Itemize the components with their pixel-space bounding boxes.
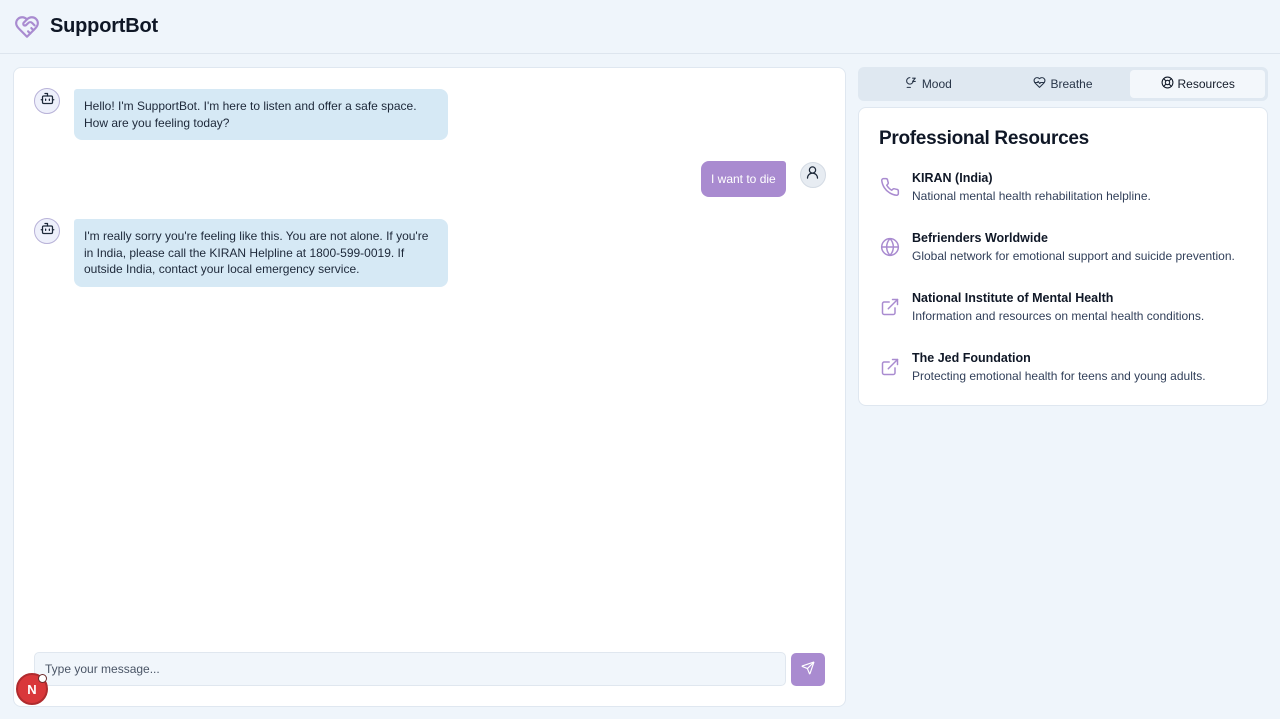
resource-description: Global network for emotional support and… (912, 249, 1235, 263)
external-link-icon (879, 356, 901, 378)
bot-message: I'm really sorry you're feeling like thi… (34, 218, 448, 287)
badge-indicator-dot (38, 674, 47, 683)
lifebuoy-icon (1161, 76, 1174, 92)
tab-label: Resources (1177, 77, 1235, 91)
resources-card: Professional Resources KIRAN (India) Nat… (858, 107, 1268, 406)
message-input[interactable] (34, 652, 786, 686)
bot-message-bubble: I'm really sorry you're feeling like thi… (74, 219, 448, 287)
tab-label: Breathe (1050, 77, 1093, 91)
user-message: I want to die (701, 161, 826, 197)
tab-mood[interactable]: Mood (861, 70, 996, 98)
phone-icon (879, 176, 901, 198)
resource-item-nimh[interactable]: National Institute of Mental Health Info… (879, 290, 1249, 325)
user-avatar (799, 162, 826, 188)
send-icon (801, 661, 815, 678)
chat-panel: Hello! I'm SupportBot. I'm here to liste… (13, 67, 846, 707)
heart-pulse-icon (1033, 76, 1046, 92)
resource-name: KIRAN (India) (912, 171, 993, 185)
resource-description: National mental health rehabilitation he… (912, 189, 1151, 203)
tab-resources[interactable]: Resources (1130, 70, 1266, 98)
user-icon (805, 165, 820, 185)
heart-logo-icon (14, 14, 40, 40)
bot-avatar (34, 218, 60, 244)
bot-message: Hello! I'm SupportBot. I'm here to liste… (34, 88, 448, 140)
resources-title: Professional Resources (879, 128, 1089, 149)
resource-item-kiran[interactable]: KIRAN (India) National mental health reh… (879, 170, 1249, 205)
mood-icon (905, 76, 918, 92)
resource-name: National Institute of Mental Health (912, 291, 1114, 305)
external-link-icon (879, 296, 901, 318)
resource-description: Protecting emotional health for teens an… (912, 369, 1206, 383)
resource-name: The Jed Foundation (912, 351, 1031, 365)
resource-item-befrienders[interactable]: Befrienders Worldwide Global network for… (879, 230, 1249, 265)
bot-icon (40, 91, 55, 111)
resource-item-jed-foundation[interactable]: The Jed Foundation Protecting emotional … (879, 350, 1249, 385)
resource-description: Information and resources on mental heal… (912, 309, 1205, 323)
app-header: SupportBot (0, 0, 1280, 54)
globe-icon (879, 236, 901, 258)
user-message-bubble: I want to die (701, 161, 786, 197)
resource-name: Befrienders Worldwide (912, 231, 1048, 245)
tab-breathe[interactable]: Breathe (996, 70, 1131, 98)
tab-label: Mood (921, 77, 952, 91)
bot-message-bubble: Hello! I'm SupportBot. I'm here to liste… (74, 89, 448, 140)
bot-icon (40, 221, 55, 241)
bot-avatar (34, 88, 60, 114)
app-title: SupportBot (50, 15, 158, 37)
side-tabs: Mood Breathe Resources (858, 67, 1268, 101)
send-button[interactable] (791, 653, 825, 686)
